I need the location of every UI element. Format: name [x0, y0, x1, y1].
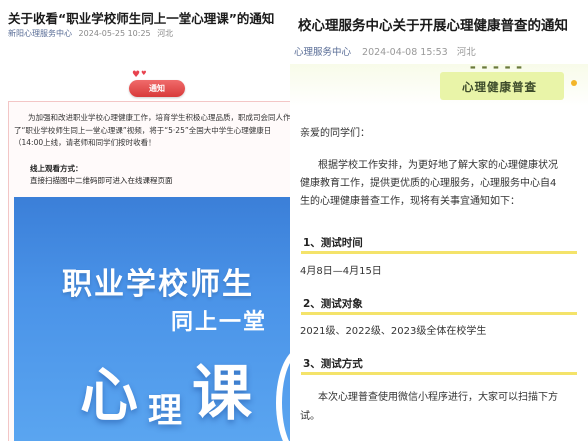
- heart-icon: ♥♥: [132, 70, 147, 80]
- intro-line: 健康教育工作，提供更优质的心理服务，心理服务中心自4: [300, 178, 557, 189]
- article-title[interactable]: 关于收看“职业学校师生同上一堂心理课”的通知: [8, 8, 298, 27]
- account-name[interactable]: 新阳心理服务中心: [8, 29, 72, 38]
- account-name[interactable]: 心理服务中心: [294, 47, 351, 58]
- section-heading: 1、测试时间: [303, 237, 363, 249]
- notice-badge: 通知: [129, 80, 185, 97]
- section-content: 本次心理普查使用微信小程序进行，大家可以扫描下方: [318, 392, 558, 403]
- banner-dot: [571, 80, 577, 86]
- publish-date: 2024-04-08 15:53: [362, 47, 448, 58]
- publish-date: 2024-05-25 10:25: [78, 29, 151, 38]
- viewing-method-text: 直接扫描图中二维码即可进入在线课程页面: [30, 176, 173, 185]
- viewing-method-label: 线上观看方式：: [30, 164, 83, 173]
- left-article: 关于收看“职业学校师生同上一堂心理课”的通知 新阳心理服务中心 2024-05-…: [0, 0, 300, 441]
- notice-paragraph: 为加强和改进职业学校心理健康工作，培育学生积极心理品质，职成司会同人作了“职业学…: [14, 113, 291, 147]
- section-content: 2021级、2022级、2023级全体在校学生: [300, 326, 487, 337]
- course-poster-image[interactable]: 职业学校师生 同上一堂 心理课: [14, 197, 300, 441]
- intro-line: 生的心理健康普查工作，现将有关事宜通知如下：: [300, 196, 520, 207]
- article-meta: 新阳心理服务中心 2024-05-25 10:25 河北: [8, 28, 173, 39]
- poster-char-li: 理: [148, 391, 183, 431]
- section-heading: 3、测试方式: [303, 358, 363, 370]
- publish-location: 河北: [456, 47, 476, 58]
- section-heading: 2、测试对象: [303, 298, 363, 310]
- heading-underline: [301, 251, 577, 254]
- greeting: 亲爱的同学们：: [300, 128, 370, 139]
- section-content: 4月8日—4月15日: [300, 266, 382, 277]
- poster-char-ke: 课: [192, 359, 253, 429]
- poster-line-2: 同上一堂: [171, 310, 268, 335]
- article-meta: 心理服务中心 2024-04-08 15:53 河北: [294, 44, 476, 58]
- article-title[interactable]: 校心理服务中心关于开展心理健康普查的通知: [298, 14, 568, 34]
- banner-title: 心理健康普查: [462, 80, 537, 94]
- poster-line-1: 职业学校师生: [62, 267, 254, 302]
- poster-line-3: 心理课: [80, 345, 252, 441]
- viewing-method: 线上观看方式： 直接扫描图中二维码即可进入在线课程页面: [30, 163, 173, 187]
- heading-underline: [301, 312, 577, 315]
- heading-underline: [301, 372, 577, 375]
- publish-location: 河北: [157, 29, 174, 38]
- banner-decoration: ▬ ▬ ▬ ▬ ▬: [470, 64, 524, 71]
- right-article: 校心理服务中心关于开展心理健康普查的通知 心理服务中心 2024-04-08 1…: [290, 0, 588, 441]
- intro-line: 根据学校工作安排，为更好地了解大家的心理健康状况: [318, 160, 558, 171]
- poster-char-xin: 心: [80, 361, 139, 429]
- section-content-tail: 试。: [300, 411, 320, 422]
